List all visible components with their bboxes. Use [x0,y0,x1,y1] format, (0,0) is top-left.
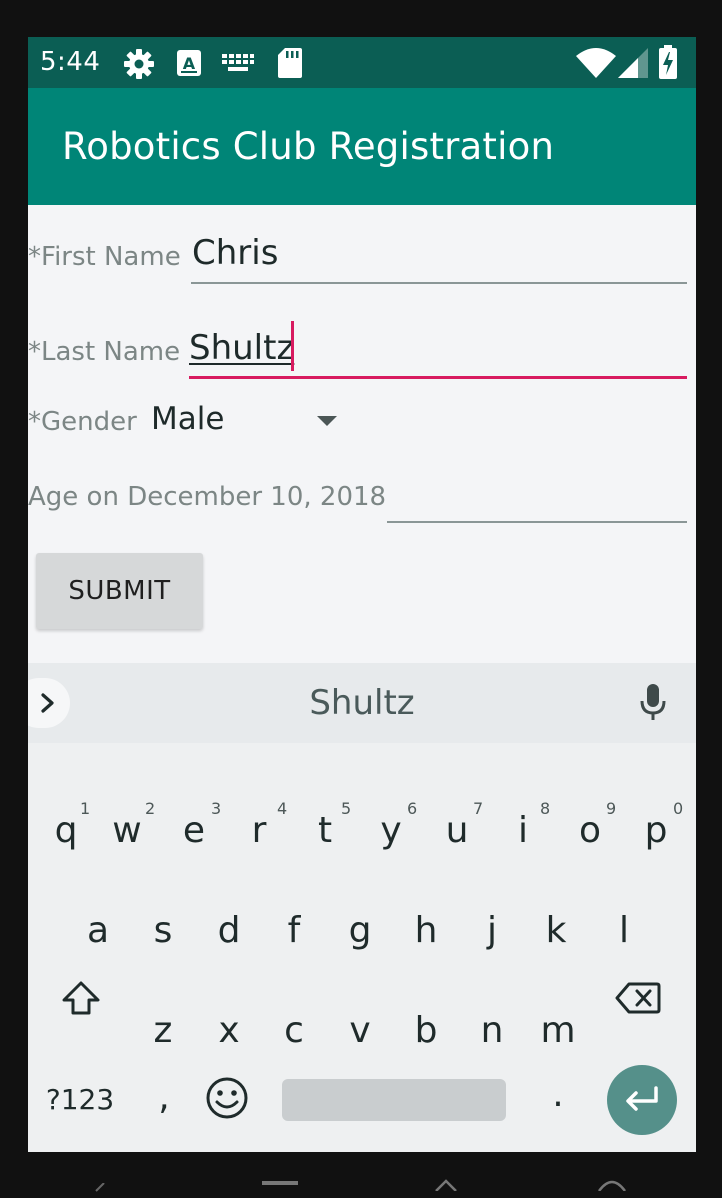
word-suggestion[interactable]: Shultz [28,663,696,743]
first-name-underline [191,282,687,284]
first-name-label: *First Name [28,242,181,272]
nav-recents-icon[interactable] [262,1181,298,1185]
key-h[interactable]: h [394,891,458,971]
key-hint-0: 0 [673,799,684,818]
key-hint-9: 9 [606,799,617,818]
last-name-label: *Last Name [28,337,181,367]
gender-label: *Gender [28,407,137,437]
svg-text:A: A [183,54,196,73]
text-cursor [291,321,294,371]
status-bar: 5:44 A [28,37,696,88]
dropdown-arrow-icon[interactable] [317,416,337,426]
key-hint-3: 3 [211,799,222,818]
key-d[interactable]: d [197,891,261,971]
key-v[interactable]: v [328,991,392,1071]
key-j[interactable]: j [460,891,524,971]
emoji-key[interactable] [195,1060,259,1140]
signal-icon [618,48,648,83]
last-name-underline [189,376,687,379]
key-l[interactable]: l [592,891,656,971]
key-a[interactable]: a [66,891,130,971]
key-hint-1: 1 [80,799,91,818]
key-g[interactable]: g [328,891,392,971]
shift-icon [62,981,100,1015]
a-notification-icon: A [177,50,201,81]
key-hint-7: 7 [473,799,484,818]
nav-back-icon[interactable] [92,1180,106,1192]
age-underline [387,521,687,523]
age-label: Age on December 10, 2018 [28,482,387,512]
status-time: 5:44 [40,47,101,77]
soft-keyboard: ?123 , . q1w2e3r4t5y6u7i8o9p0asdfghjklzx… [28,743,696,1152]
key-b[interactable]: b [394,991,458,1071]
enter-icon [626,1086,658,1111]
key-m[interactable]: m [526,991,590,1071]
key-f[interactable]: f [262,891,326,971]
first-name-input[interactable]: Chris [192,233,278,273]
nav-home-icon[interactable] [434,1178,458,1192]
last-name-input[interactable]: Shultz [189,328,294,368]
key-hint-4: 4 [277,799,288,818]
submit-button[interactable]: SUBMIT [36,553,203,629]
enter-key[interactable] [607,1065,677,1135]
keyboard-icon [222,54,254,79]
emoji-icon [206,1077,248,1119]
settings-icon [123,49,155,84]
wifi-icon [576,48,616,83]
symbols-key[interactable]: ?123 [39,1060,121,1140]
key-k[interactable]: k [524,891,588,971]
suggestion-bar: Shultz [28,663,696,743]
app-title: Robotics Club Registration [62,125,555,168]
key-s[interactable]: s [131,891,195,971]
key-z[interactable]: z [131,991,195,1071]
space-bar[interactable] [282,1079,506,1121]
key-hint-6: 6 [407,799,418,818]
app-bar: Robotics Club Registration [28,88,696,205]
gender-select[interactable]: Male [151,401,224,437]
microphone-icon[interactable] [640,684,666,727]
key-hint-8: 8 [540,799,551,818]
key-c[interactable]: c [262,991,326,1071]
nav-assistant-icon[interactable] [597,1178,627,1192]
key-x[interactable]: x [197,991,261,1071]
key-n[interactable]: n [460,991,524,1071]
key-hint-2: 2 [145,799,156,818]
battery-charging-icon [659,45,677,84]
sd-card-icon [278,48,302,83]
phone-screen: 5:44 A Robotics Club Registration *First… [28,37,696,1152]
key-hint-5: 5 [341,799,352,818]
backspace-icon [615,982,661,1014]
